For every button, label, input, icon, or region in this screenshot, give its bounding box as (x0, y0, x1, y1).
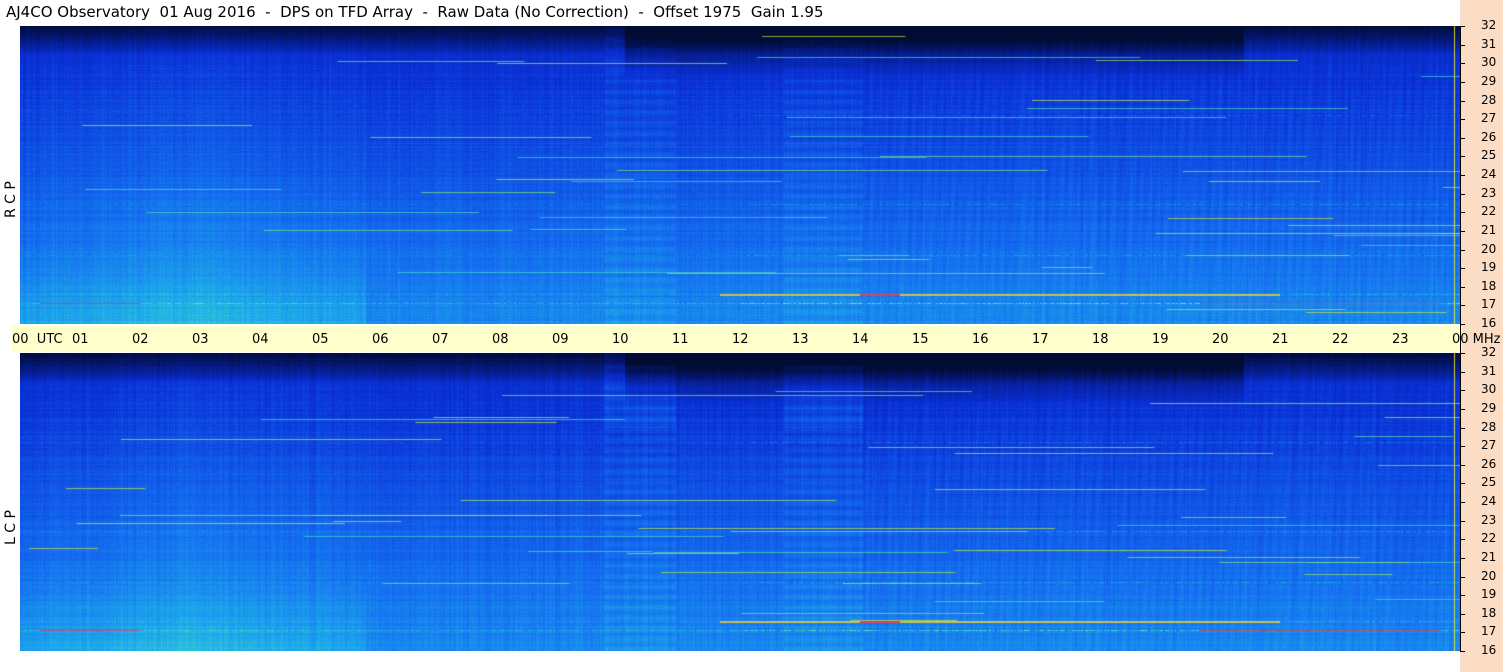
mhz-tick-label: 32 (1481, 345, 1497, 359)
utc-tick-label: 22 (1332, 332, 1349, 347)
utc-tick-label: 05 (312, 332, 329, 347)
mhz-tick-label: 24 (1481, 494, 1497, 508)
utc-tick-label: 13 (792, 332, 809, 347)
mhz-tick-label: 26 (1481, 129, 1497, 144)
utc-tick-label: 00 UTC (12, 332, 63, 347)
utc-tick-label: 21 (1272, 332, 1289, 347)
utc-tick-label: 10 (612, 332, 629, 347)
utc-tick-label: 06 (372, 332, 389, 347)
utc-tick-label: 15 (912, 332, 929, 347)
mhz-tick-label: 19 (1481, 260, 1497, 275)
mhz-tick-label: 19 (1481, 587, 1497, 602)
utc-tick-label: 19 (1152, 332, 1169, 347)
utc-tick-label: 16 (972, 332, 989, 347)
mhz-tick-label: 28 (1481, 419, 1497, 434)
utc-tick-label: 14 (852, 332, 869, 347)
mhz-tick-label: 17 (1481, 624, 1497, 639)
lcp-label: L C P (3, 510, 19, 545)
mhz-tick-label: 22 (1481, 204, 1497, 219)
mhz-tick-label: 25 (1481, 148, 1497, 163)
mhz-tick-label: 31 (1481, 36, 1497, 51)
mhz-tick-label: 21 (1481, 222, 1497, 237)
mhz-tick-label: 32 (1481, 18, 1497, 32)
mhz-tick-label: 17 (1481, 297, 1497, 312)
mhz-tick-label: 26 (1481, 456, 1497, 471)
mhz-tick-label: 29 (1481, 73, 1497, 88)
utc-tick-label: 11 (672, 332, 689, 347)
chart-title: AJ4CO Observatory 01 Aug 2016 - DPS on T… (6, 3, 824, 21)
utc-tick-label: 17 (1032, 332, 1049, 347)
utc-tick-label: 20 (1212, 332, 1229, 347)
rcp-spectrogram (20, 26, 1460, 324)
utc-tick-label: 07 (432, 332, 449, 347)
scale-axis-line (1460, 26, 1461, 651)
mhz-tick-label: 30 (1481, 382, 1497, 397)
utc-tick-label: 09 (552, 332, 569, 347)
mhz-tick-mark (1460, 651, 1465, 652)
mhz-tick-label: 30 (1481, 55, 1497, 70)
mhz-tick-label: 25 (1481, 475, 1497, 490)
mhz-tick-label: 18 (1481, 278, 1497, 293)
mhz-tick-label: 23 (1481, 512, 1497, 527)
mhz-tick-label: 22 (1481, 531, 1497, 546)
mhz-tick-label: 20 (1481, 241, 1497, 256)
utc-tick-label: 23 (1392, 332, 1409, 347)
mhz-tick-label: 16 (1481, 316, 1497, 330)
mhz-tick-label: 16 (1481, 643, 1497, 657)
utc-tick-label: 02 (132, 332, 149, 347)
rcp-label: R C P (3, 181, 19, 218)
mhz-tick-label: 31 (1481, 363, 1497, 378)
mhz-tick-label: 28 (1481, 92, 1497, 107)
lcp-spectrogram (20, 353, 1460, 651)
utc-tick-label: 03 (192, 332, 209, 347)
mhz-tick-label: 20 (1481, 568, 1497, 583)
utc-tick-label: 12 (732, 332, 749, 347)
utc-tick-label: 18 (1092, 332, 1109, 347)
mhz-tick-label: 21 (1481, 549, 1497, 564)
mhz-tick-label: 27 (1481, 438, 1497, 453)
mhz-tick-label: 23 (1481, 185, 1497, 200)
utc-tick-label: 04 (252, 332, 269, 347)
mhz-tick-label: 24 (1481, 167, 1497, 181)
mhz-tick-label: 29 (1481, 400, 1497, 415)
utc-tick-label: 01 (72, 332, 89, 347)
utc-tick-label: 08 (492, 332, 509, 347)
mhz-tick-label: 18 (1481, 605, 1497, 620)
mhz-tick-label: 27 (1481, 111, 1497, 126)
